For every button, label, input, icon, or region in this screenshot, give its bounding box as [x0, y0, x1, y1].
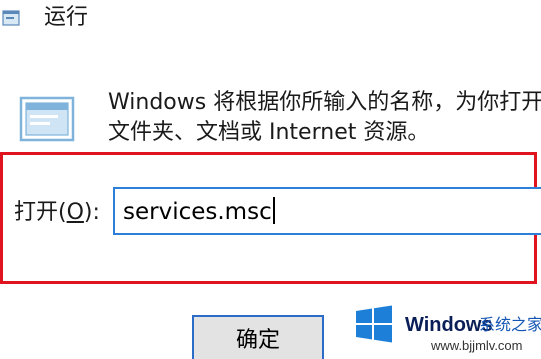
watermark-url: www.bjjmlv.com — [431, 338, 523, 353]
open-label-hotkey: O — [66, 200, 84, 225]
dialog-description: Windows 将根据你所输入的名称，为你打开 文件夹、文档或 Internet… — [108, 88, 541, 148]
run-dialog-icon — [2, 10, 20, 26]
windows-logo-icon — [353, 303, 395, 345]
open-input-value[interactable]: services.msc — [123, 197, 275, 227]
open-label-prefix: 打开( — [14, 200, 67, 225]
ok-button[interactable]: 确定 — [192, 315, 324, 359]
open-label-suffix: ): — [83, 200, 100, 225]
watermark: Windows 系统之家 www.bjjmlv.com — [339, 296, 541, 359]
ok-button-label: 确定 — [235, 328, 280, 353]
text-caret — [272, 197, 275, 224]
window-title: 运行 — [44, 5, 89, 30]
description-line: 文件夹、文档或 Internet 资源。 — [108, 120, 430, 145]
run-dialog-icon — [19, 96, 75, 142]
description-line: Windows 将根据你所输入的名称，为你打开 — [108, 90, 541, 115]
open-input[interactable]: services.msc — [113, 187, 541, 235]
title-bar: 运行 — [0, 0, 541, 38]
watermark-brand-cn: 系统之家 — [479, 315, 541, 334]
open-input-text: services.msc — [123, 199, 272, 225]
open-field-label: 打开(O): — [14, 198, 100, 228]
